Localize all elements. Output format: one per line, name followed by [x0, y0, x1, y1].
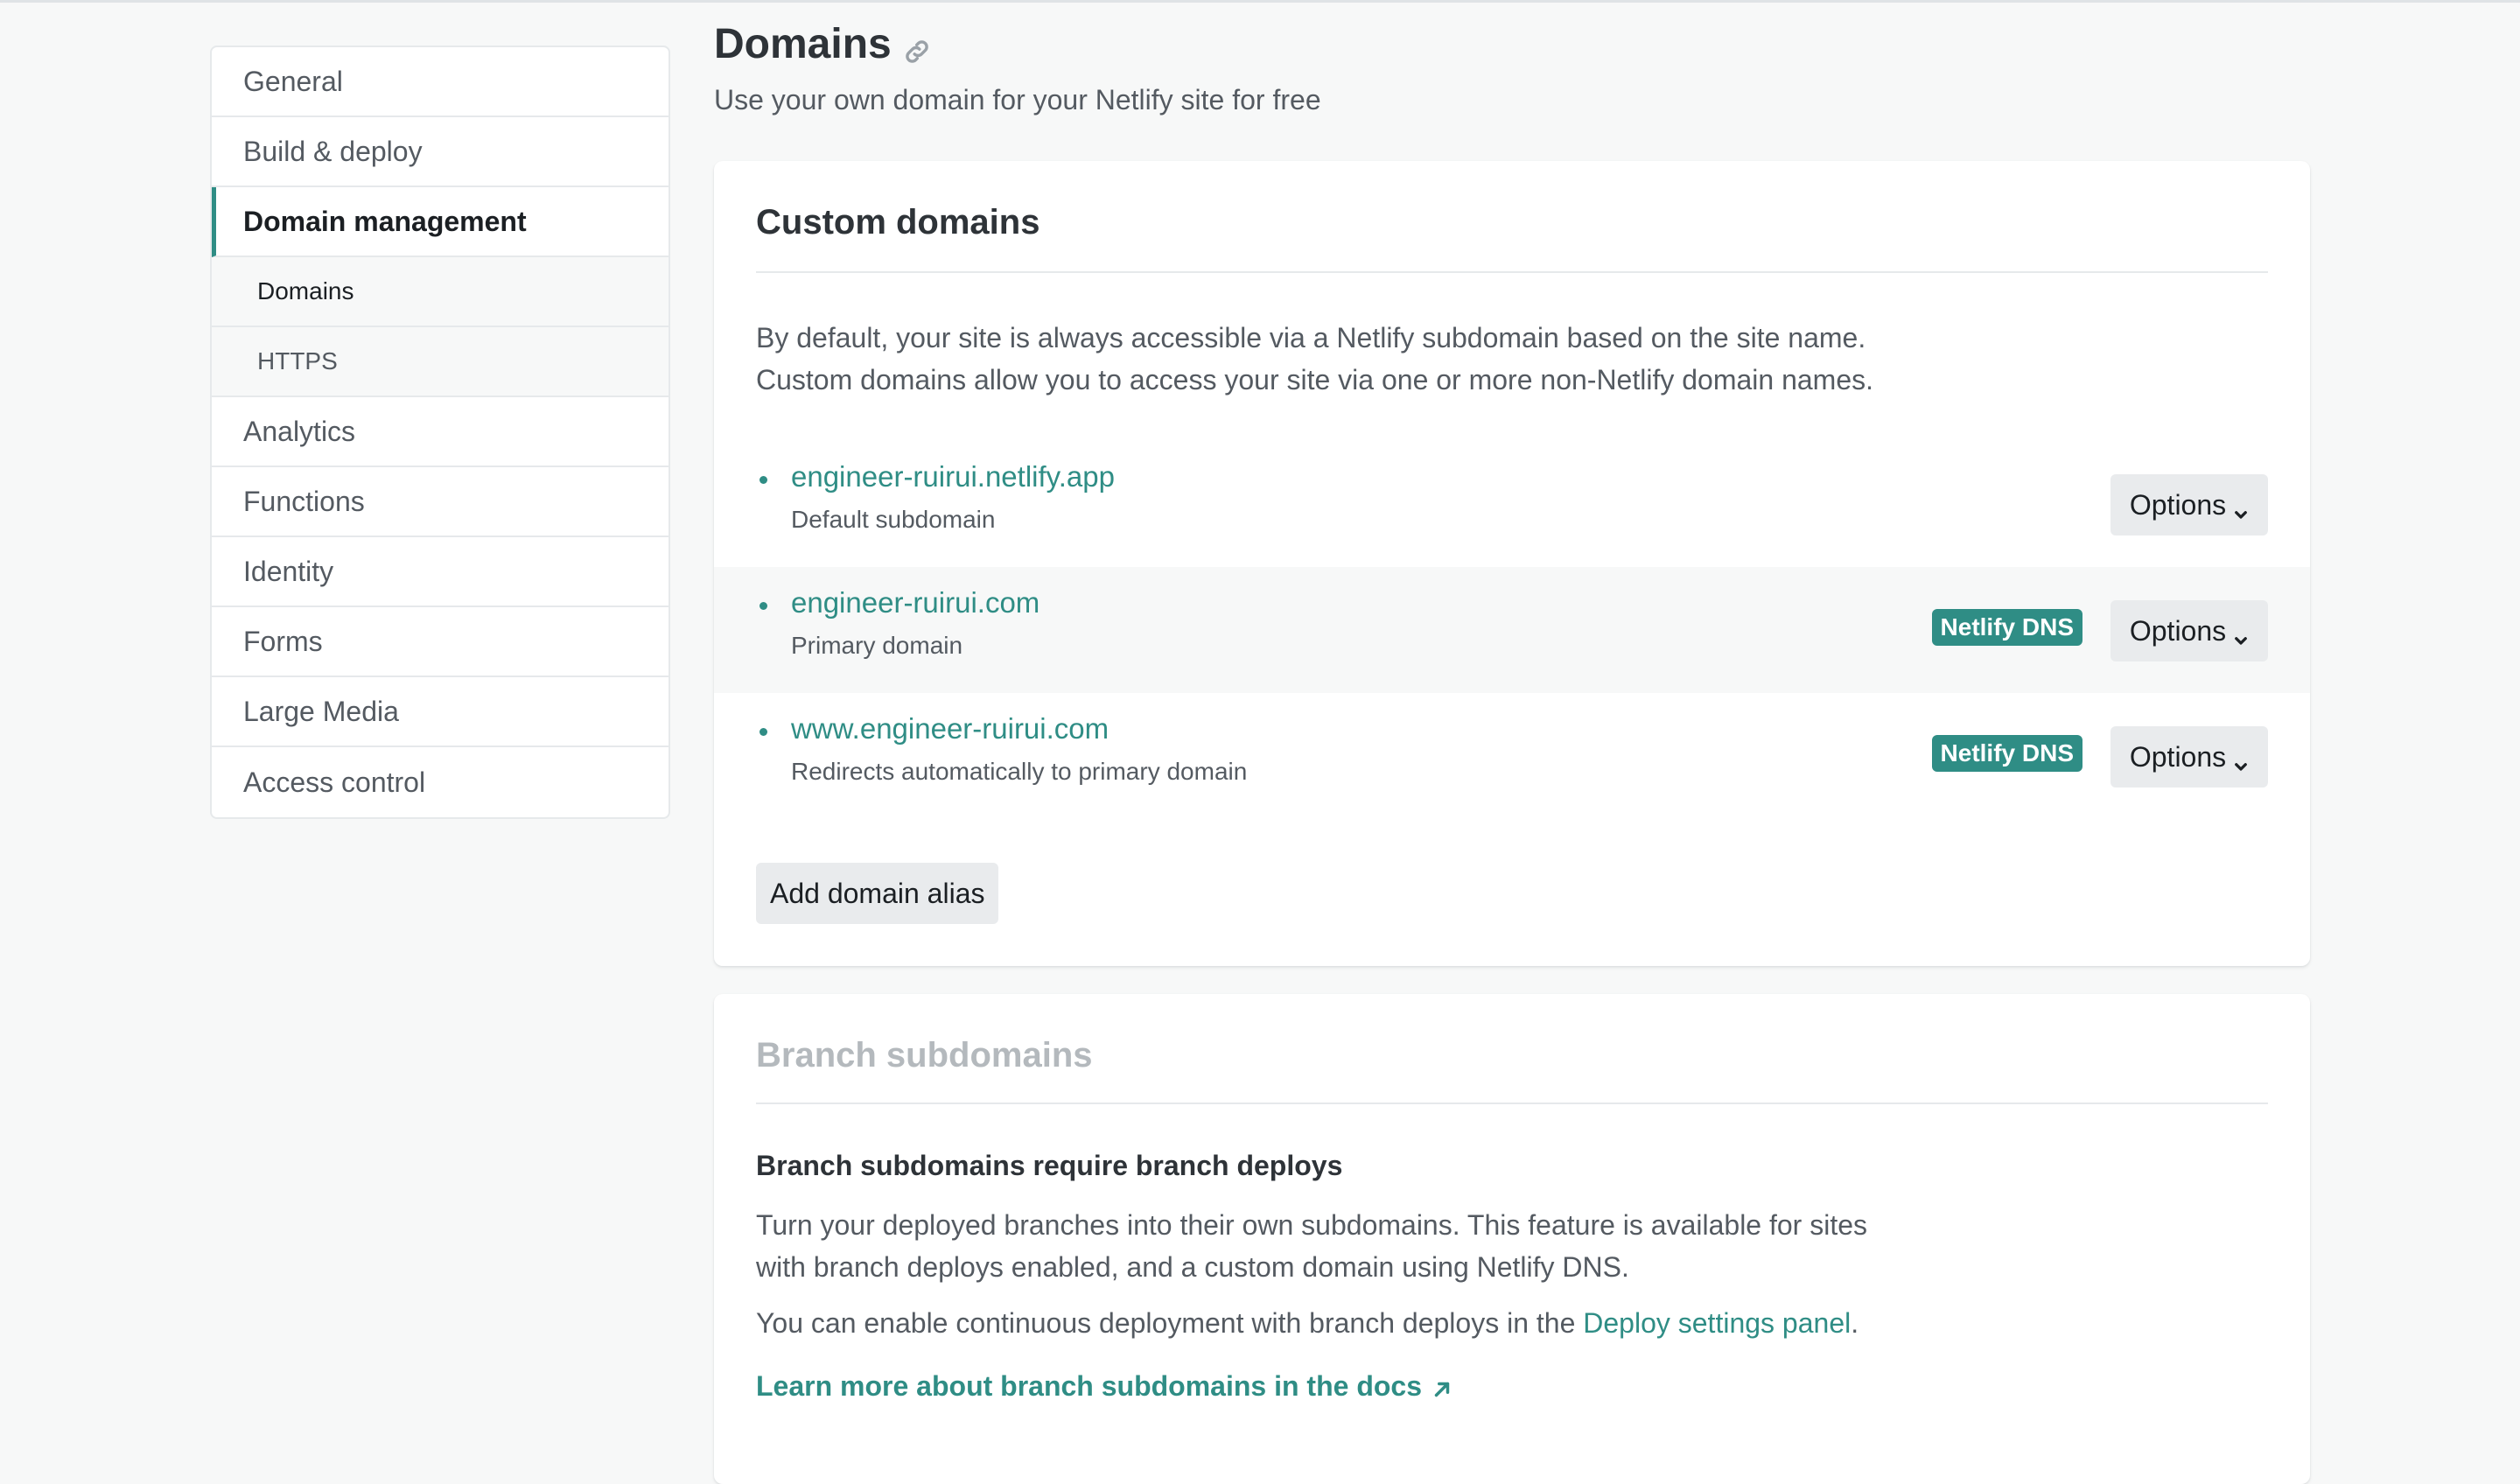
sidebar-subitem-https[interactable]: HTTPS — [212, 327, 668, 397]
deploy-settings-link[interactable]: Deploy settings panel — [1583, 1307, 1851, 1339]
description-line: By default, your site is always accessib… — [756, 322, 1866, 354]
chevron-down-icon — [2233, 749, 2249, 771]
options-button[interactable]: Options — [2110, 726, 2268, 788]
branch-subdomains-description: Turn your deployed branches into their o… — [756, 1204, 1981, 1288]
domain-link[interactable]: www.engineer-ruirui.com — [791, 712, 1109, 746]
sidebar-item-functions[interactable]: Functions — [212, 467, 668, 537]
options-label: Options — [2129, 488, 2227, 521]
description-line: Custom domains allow you to access your … — [756, 364, 1874, 396]
custom-domains-description: By default, your site is always accessib… — [756, 317, 1981, 401]
branch-subdomains-docs-link[interactable]: Learn more about branch subdomains in th… — [756, 1370, 1453, 1403]
description-line: with branch deploys enabled, and a custo… — [756, 1251, 1629, 1283]
options-label: Options — [2129, 614, 2227, 647]
page-title-text: Domains — [714, 20, 892, 67]
sidebar-item-large-media[interactable]: Large Media — [212, 677, 668, 747]
page-title: Domains — [714, 16, 2306, 72]
domain-note: Redirects automatically to primary domai… — [791, 758, 1248, 785]
domain-row: engineer-ruirui.com Primary domain Netli… — [714, 567, 2310, 693]
chevron-down-icon — [2233, 497, 2249, 519]
branch-subdomains-subheading: Branch subdomains require branch deploys — [756, 1150, 1343, 1181]
domain-row: www.engineer-ruirui.com Redirects automa… — [714, 693, 2310, 819]
options-button[interactable]: Options — [2110, 600, 2268, 662]
deploy-settings-paragraph: You can enable continuous deployment wit… — [756, 1302, 1981, 1344]
description-line: Turn your deployed branches into their o… — [756, 1209, 1868, 1241]
options-label: Options — [2129, 740, 2227, 773]
domain-link[interactable]: engineer-ruirui.com — [791, 586, 1040, 620]
sidebar-item-general[interactable]: General — [212, 47, 668, 117]
card-divider — [756, 271, 2268, 273]
sidebar-item-analytics[interactable]: Analytics — [212, 397, 668, 467]
custom-domains-card: Custom domains By default, your site is … — [714, 161, 2310, 966]
paragraph-text: . — [1851, 1307, 1859, 1339]
docs-link-label: Learn more about branch subdomains in th… — [756, 1370, 1422, 1402]
netlify-dns-badge[interactable]: Netlify DNS — [1931, 735, 2082, 772]
sidebar-item-build-deploy[interactable]: Build & deploy — [212, 117, 668, 187]
sidebar-item-identity[interactable]: Identity — [212, 537, 668, 607]
branch-subdomains-title: Branch subdomains — [756, 1036, 1093, 1074]
external-arrow-icon — [1431, 1376, 1453, 1398]
bullet-icon — [760, 602, 767, 610]
bullet-icon — [760, 476, 767, 484]
settings-sidebar: General Build & deploy Domain management… — [210, 46, 670, 819]
branch-subdomains-card: Branch subdomains Branch subdomains requ… — [714, 994, 2310, 1484]
sidebar-item-forms[interactable]: Forms — [212, 607, 668, 677]
netlify-dns-badge[interactable]: Netlify DNS — [1931, 609, 2082, 646]
bullet-icon — [760, 728, 767, 736]
sidebar-item-domain-management[interactable]: Domain management — [212, 187, 668, 257]
link-icon[interactable] — [902, 29, 932, 63]
page-header: Domains Use your own domain for your Net… — [714, 16, 2306, 116]
page-subtitle: Use your own domain for your Netlify sit… — [714, 84, 1321, 116]
options-button[interactable]: Options — [2110, 474, 2268, 536]
card-divider — [756, 1102, 2268, 1104]
top-border — [0, 0, 2520, 3]
domain-note: Default subdomain — [791, 506, 996, 533]
domain-link[interactable]: engineer-ruirui.netlify.app — [791, 460, 1115, 494]
sidebar-subitem-domains[interactable]: Domains — [212, 257, 668, 327]
domain-note: Primary domain — [791, 632, 963, 659]
paragraph-text: You can enable continuous deployment wit… — [756, 1307, 1584, 1339]
sidebar-item-access-control[interactable]: Access control — [212, 747, 668, 817]
add-domain-alias-button[interactable]: Add domain alias — [756, 863, 999, 924]
domain-row: engineer-ruirui.netlify.app Default subd… — [714, 441, 2310, 567]
chevron-down-icon — [2233, 623, 2249, 645]
custom-domains-title: Custom domains — [756, 203, 1040, 242]
